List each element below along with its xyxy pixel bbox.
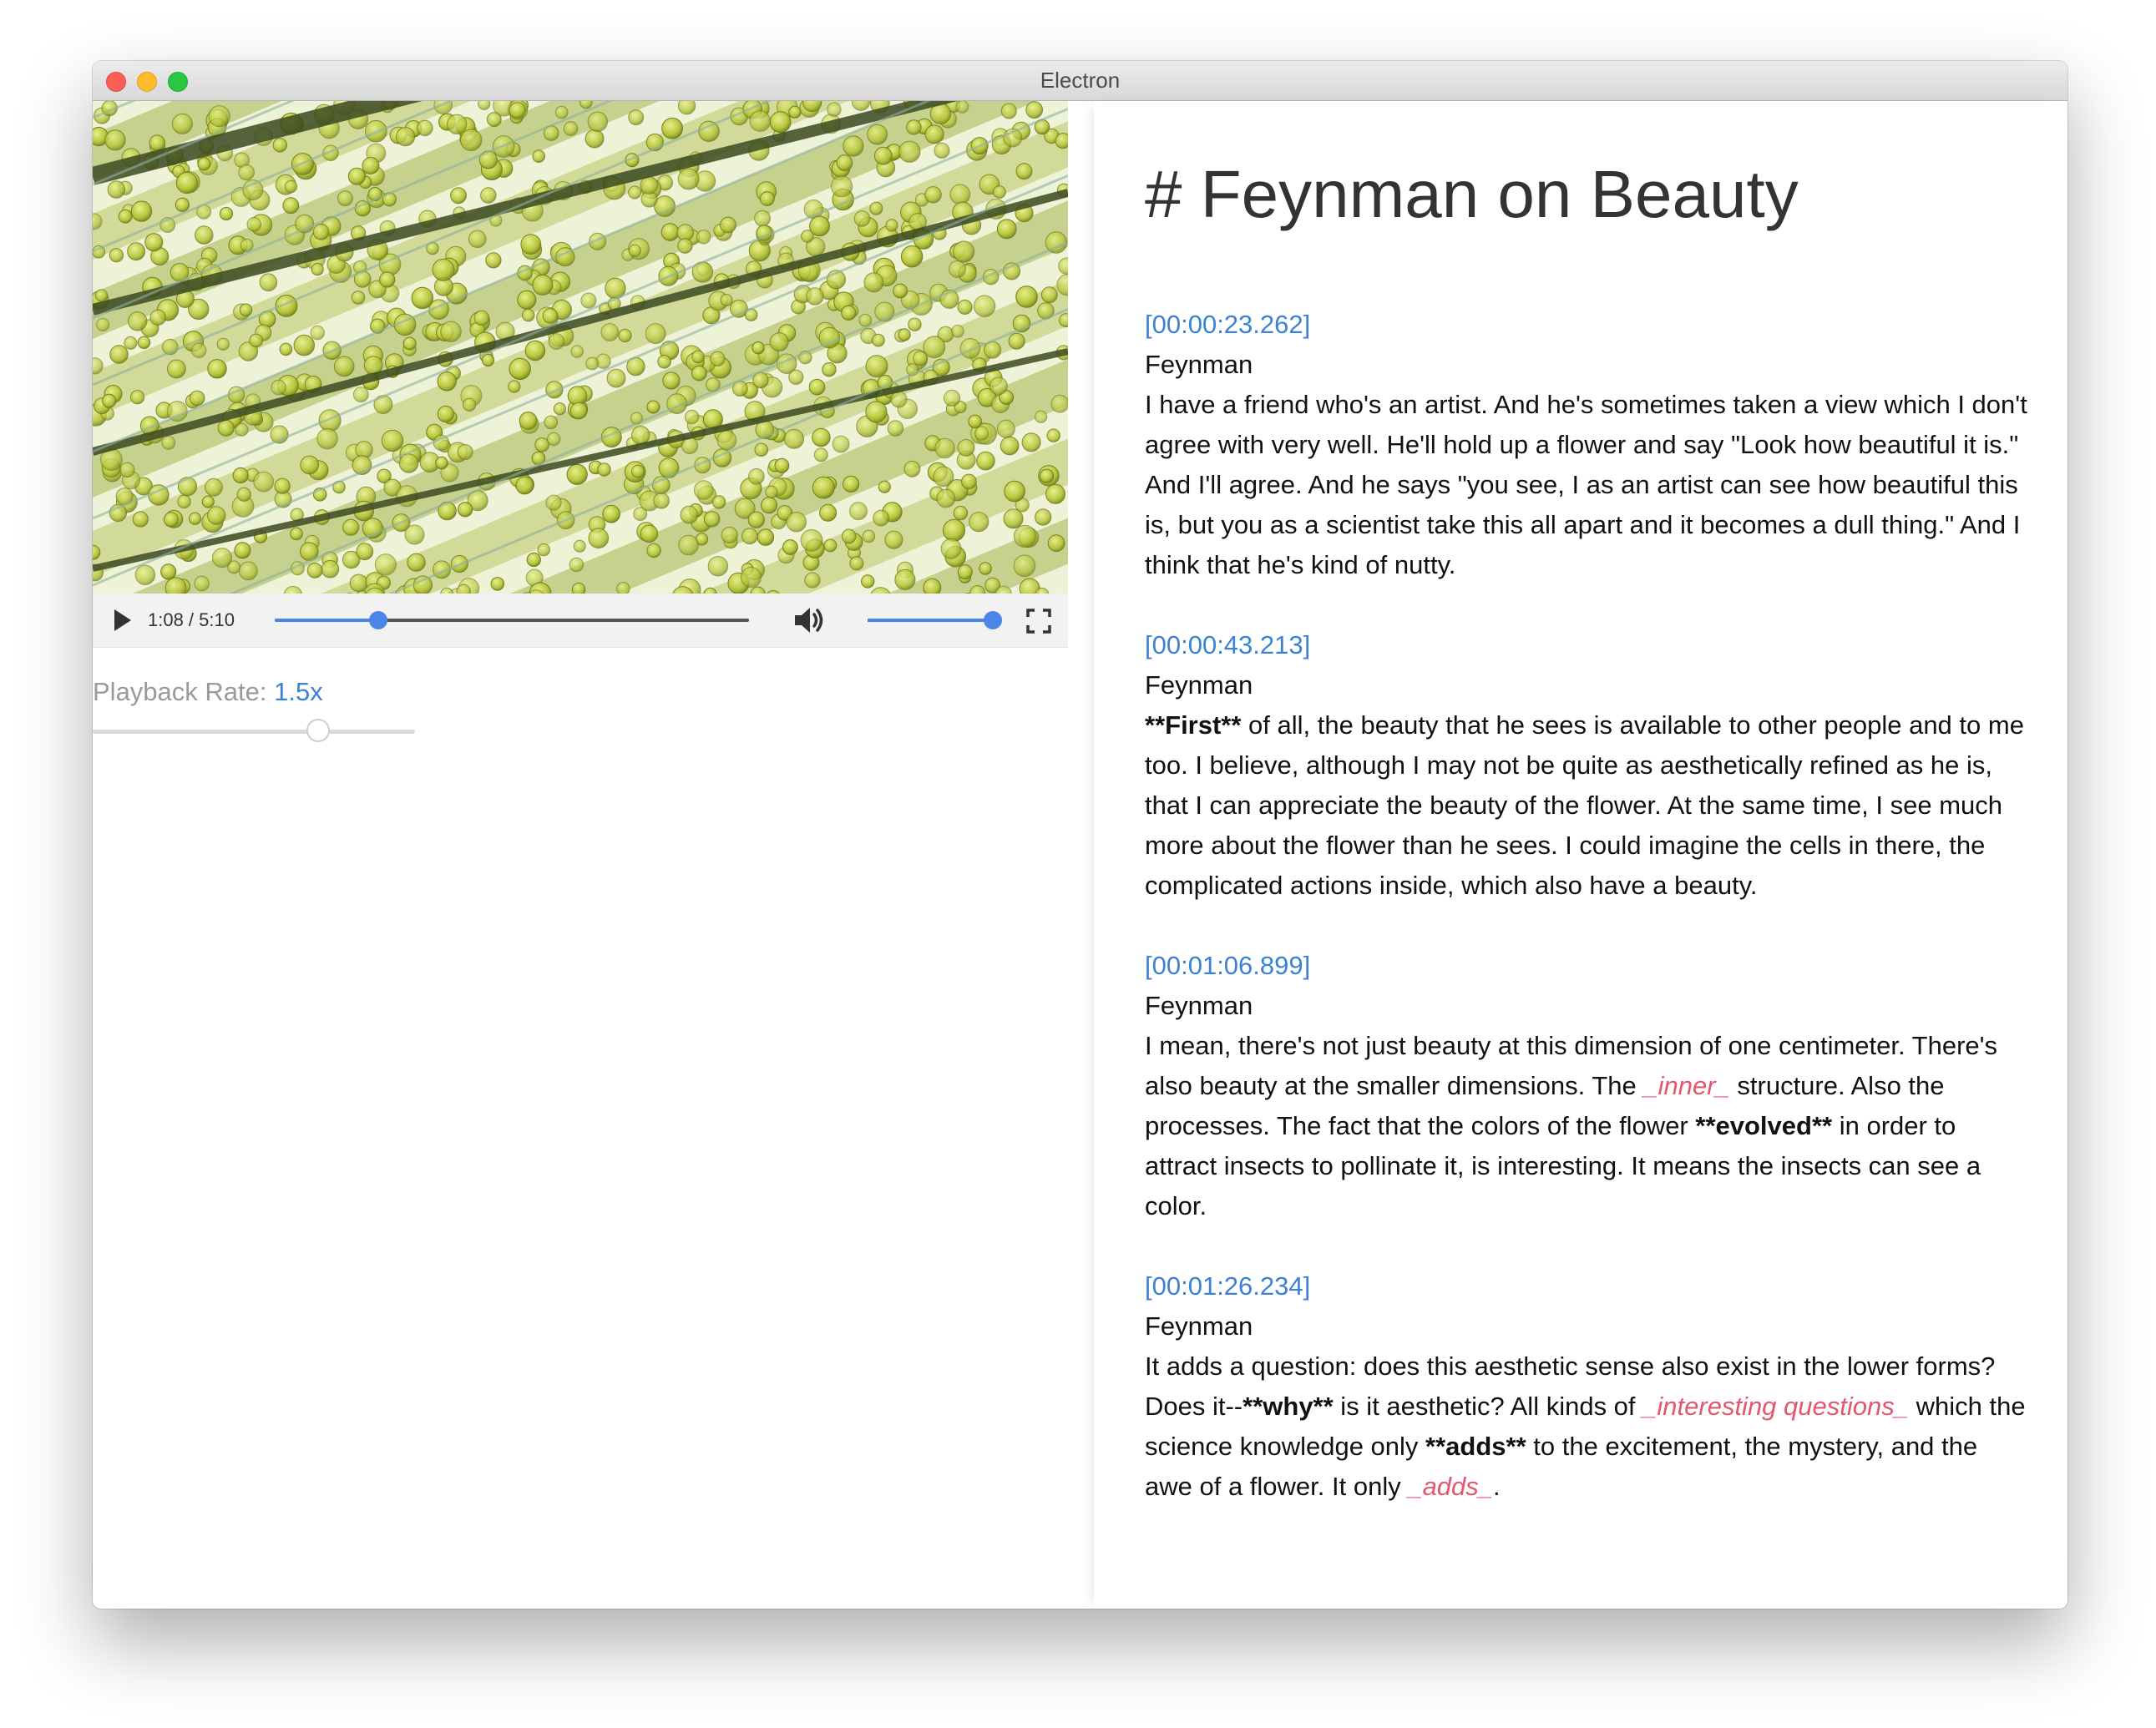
transcript-entry: [00:00:43.213] Feynman **First** of all, t… [1145,625,2030,906]
title-bar: Electron [93,61,2067,101]
seek-progress [275,619,379,622]
transcript-text: **First** of all, the beauty that he see… [1145,705,2030,906]
seek-handle[interactable] [369,611,388,629]
volume-level [868,619,993,622]
seek-bar[interactable] [275,611,749,629]
transcript-entry: [00:01:26.234] Feynman It adds a question:… [1145,1266,2030,1507]
transcript-text: I mean, there's not just beauty at this … [1145,1026,2030,1226]
fullscreen-button[interactable] [1026,609,1051,634]
video-frame[interactable] [93,101,1068,594]
timestamp-link[interactable]: [00:00:23.262] [1145,305,2030,345]
window-title: Electron [1040,68,1121,93]
play-icon [114,609,131,631]
text-segment: is it aesthetic? All kinds of [1333,1392,1643,1421]
playback-rate-slider[interactable] [93,719,415,742]
volume-handle[interactable] [984,611,1002,629]
emphasis-text: _inner_ [1643,1071,1730,1100]
app-window: Electron 1:08 / 5:10 Playback Rate: 1.5x… [93,61,2067,1609]
play-button[interactable] [109,607,134,634]
emphasis-text: _interesting questions_ [1642,1392,1909,1421]
bold-text: **why** [1242,1392,1334,1421]
fullscreen-icon [1026,609,1051,634]
speaker-name: Feynman [1145,1311,1253,1341]
transcript-entries: [00:00:23.262] Feynman I have a friend who… [1145,305,2030,1547]
transcript-entry: [00:00:23.262] Feynman I have a friend who… [1145,305,2030,585]
bold-text: **adds** [1425,1432,1526,1461]
transcript-entry: [00:01:06.899] Feynman I mean, there's not… [1145,946,2030,1226]
speaker-icon [795,608,823,633]
speaker-name: Feynman [1145,670,1253,700]
playback-rate-handle[interactable] [306,719,331,742]
timestamp-link[interactable]: [00:01:06.899] [1145,946,2030,986]
timestamp-link[interactable]: [00:00:43.213] [1145,625,2030,665]
playback-rate-text: Playback Rate: [93,677,267,706]
text-segment: . [1493,1472,1501,1501]
video-controls: 1:08 / 5:10 [93,594,1068,648]
transcript-text: It adds a question: does this aesthetic … [1145,1347,2030,1507]
speaker-name: Feynman [1145,991,1253,1020]
playback-rate-value: 1.5x [274,677,323,706]
emphasis-text: _adds_ [1408,1472,1494,1501]
text-segment: I have a friend who's an artist. And he'… [1145,390,2027,579]
volume-slider[interactable] [868,611,1002,629]
timestamp-link[interactable]: [00:01:26.234] [1145,1266,2030,1306]
text-segment: of all, the beauty that he sees is avail… [1145,710,2024,900]
bold-text: **First** [1145,710,1242,740]
bold-text: **evolved** [1695,1111,1833,1140]
transcript-pane: # Feynman on Beauty [00:00:23.262] Feynma… [1094,101,2067,1609]
video-image [93,101,1068,594]
transcript-text: I have a friend who's an artist. And he'… [1145,385,2030,585]
speaker-name: Feynman [1145,350,1253,379]
transcript-title: # Feynman on Beauty [1145,157,1799,231]
mute-button[interactable] [792,605,826,635]
player-pane: 1:08 / 5:10 Playback Rate: 1.5x [93,101,1068,1609]
playback-rate-label: Playback Rate: 1.5x [93,677,323,707]
time-display: 1:08 / 5:10 [148,609,235,630]
